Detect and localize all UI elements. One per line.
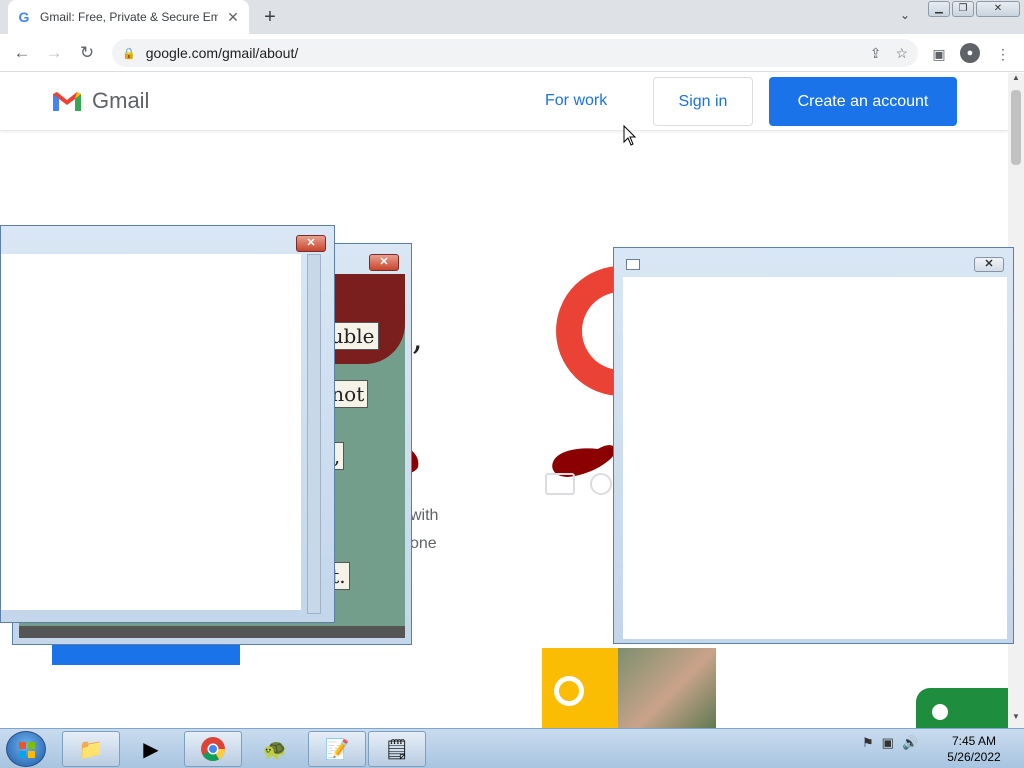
lock-icon[interactable]: 🔒: [122, 47, 136, 60]
apostrophe-glyph: ,: [412, 318, 423, 358]
forward-icon[interactable]: →: [42, 41, 66, 65]
folder-icon: 📁: [78, 738, 104, 761]
reload-icon[interactable]: ↻: [75, 41, 99, 65]
create-account-button[interactable]: Create an account: [769, 77, 957, 126]
restore-button[interactable]: ❐: [952, 1, 974, 17]
sign-in-button[interactable]: Sign in: [653, 77, 753, 126]
tab-title: Gmail: Free, Private & Secure Em: [40, 10, 218, 24]
explorer-taskbar-button[interactable]: 📁: [62, 731, 120, 767]
magnifier-icon: [554, 676, 584, 706]
volume-icon[interactable]: 🔊: [902, 735, 918, 751]
scroll-thumb[interactable]: [1011, 90, 1021, 165]
scroll-down-icon[interactable]: ▼: [1008, 712, 1024, 726]
window-right-close-button[interactable]: ✕: [974, 257, 1004, 272]
window-controls: ▁ ❐ ✕: [928, 1, 1020, 17]
new-tab-button[interactable]: +: [258, 6, 282, 28]
brand-name: Gmail: [92, 88, 150, 113]
page-text-fragment-2: one: [410, 535, 437, 552]
browser-tab[interactable]: G Gmail: Free, Private & Secure Em ✕: [8, 0, 249, 34]
notepad-taskbar-button[interactable]: 🗒: [368, 731, 426, 767]
game-icon: 🐢: [262, 738, 288, 761]
profile-icon: ●: [960, 43, 980, 63]
tag-dot-icon: [932, 704, 948, 720]
taskbar-clock[interactable]: 7:45 AM 5/26/2022: [936, 733, 1012, 765]
mouse-cursor-icon: [623, 125, 637, 146]
window-back-close-button[interactable]: ✕: [369, 254, 399, 271]
window-back-bottom-bar: [19, 626, 405, 638]
start-button[interactable]: [6, 731, 46, 767]
window-left-close-button[interactable]: ✕: [296, 235, 326, 252]
action-center-flag-icon[interactable]: ⚑: [862, 735, 874, 751]
share-icon[interactable]: ⇪: [870, 45, 882, 62]
windows-taskbar: 📁 ▶ 🐢 📝 🗒 ⚑ ▣ 🔊 7:45 AM 5/26/2022: [0, 728, 1024, 768]
menu-kebab-icon[interactable]: ⋮: [992, 43, 1014, 65]
media-player-icon: ▶: [143, 738, 159, 761]
minimize-button[interactable]: ▁: [928, 1, 950, 17]
chrome-icon: [201, 737, 225, 762]
system-tray: ⚑ ▣ 🔊: [862, 735, 918, 751]
empty-window-left[interactable]: ✕: [0, 225, 335, 623]
window-app-icon: [626, 259, 640, 270]
page-text-fragment-1: with: [410, 507, 439, 524]
child-photo: [618, 648, 716, 728]
url-text[interactable]: google.com/gmail/about/: [146, 45, 299, 61]
for-work-link[interactable]: For work: [545, 92, 607, 110]
back-icon[interactable]: ←: [10, 41, 34, 65]
gmail-brand[interactable]: Gmail: [52, 88, 149, 114]
gmail-header: Gmail For work Sign in Create an account: [0, 73, 1008, 131]
gmail-logo-icon: [53, 92, 81, 111]
address-bar[interactable]: 🔒 google.com/gmail/about/ ⇪ ☆: [112, 39, 918, 67]
tab-strip: G Gmail: Free, Private & Secure Em ✕ + ⌄…: [0, 0, 1024, 34]
bookmark-star-icon[interactable]: ☆: [895, 45, 908, 62]
clock-date: 5/26/2022: [947, 750, 1001, 764]
scroll-up-icon[interactable]: ▲: [1008, 73, 1024, 87]
yellow-card-graphic: [542, 648, 620, 728]
profile-avatar-button[interactable]: ●: [960, 43, 982, 65]
notepad-icon: 🗒: [384, 738, 410, 761]
side-panel-icon[interactable]: ▣: [928, 43, 950, 65]
clock-time: 7:45 AM: [951, 734, 997, 748]
window-right-client: [623, 277, 1007, 639]
editor-icon: 📝: [324, 738, 350, 761]
window-close-button[interactable]: ✕: [976, 1, 1020, 17]
meet-icon-fragment: [590, 473, 612, 495]
empty-window-right[interactable]: ✕: [613, 247, 1014, 644]
media-player-taskbar-button[interactable]: ▶: [122, 731, 180, 767]
google-favicon-icon: G: [18, 9, 30, 25]
network-icon[interactable]: ▣: [882, 735, 894, 751]
editor-taskbar-button[interactable]: 📝: [308, 731, 366, 767]
window-left-client: [1, 254, 301, 610]
cta-button-fragment[interactable]: [52, 645, 240, 665]
send-icon: [545, 473, 575, 495]
browser-toolbar: ← → ↻ 🔒 google.com/gmail/about/ ⇪ ☆ ▣ ● …: [0, 34, 1024, 72]
green-tag-graphic: [916, 688, 1008, 728]
window-left-scrollbar[interactable]: [307, 254, 321, 614]
tab-close-icon[interactable]: ✕: [225, 9, 241, 25]
tab-search-icon[interactable]: ⌄: [894, 8, 916, 26]
windows-logo-icon: [19, 742, 35, 758]
chrome-taskbar-button[interactable]: [184, 731, 242, 767]
game-taskbar-button[interactable]: 🐢: [246, 731, 304, 767]
